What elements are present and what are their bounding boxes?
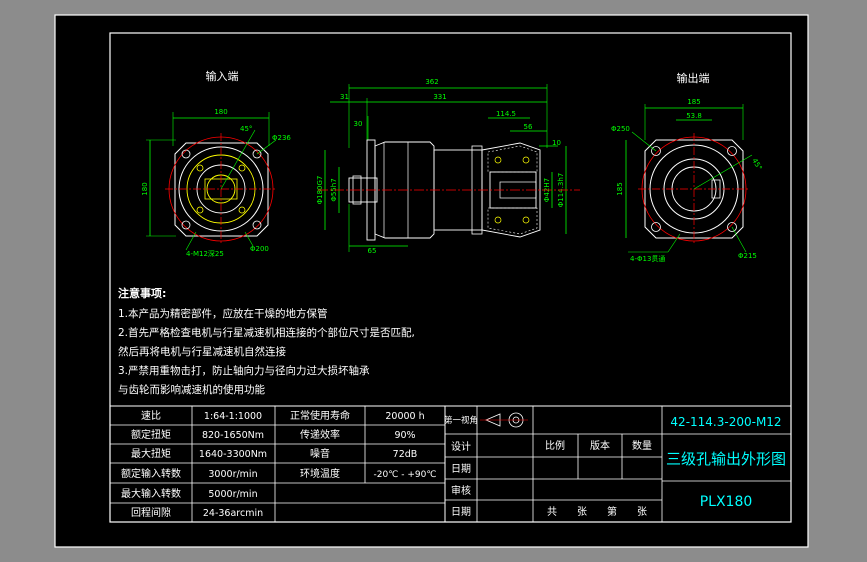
notes-line-1: 1.本产品为精密部件，应放在干燥的地方保管: [118, 307, 328, 320]
input-pcd-dim: Φ200: [250, 245, 269, 253]
spec-label-3: 额定输入转数: [121, 467, 181, 480]
model-name: PLX180: [700, 494, 753, 510]
spec-label-5: 回程间隙: [131, 506, 171, 519]
sheets-label: 共 张 第 张: [547, 505, 647, 518]
version-label: 版本: [590, 439, 610, 452]
quantity-label: 数量: [632, 439, 652, 452]
spec-value-0: 1:64-1:1000: [204, 411, 262, 422]
side-10-dim: 10: [552, 139, 561, 147]
spec-value-3: 3000r/min: [208, 469, 257, 480]
spec-label-4: 最大输入转数: [121, 487, 181, 500]
spec-label2-0: 正常使用寿命: [290, 409, 350, 422]
input-holes-dim: 4-M12深25: [186, 249, 224, 258]
spec-value-1: 820-1650Nm: [202, 430, 264, 441]
side-65-dim: 65: [368, 247, 377, 255]
input-bolt-dim: Φ236: [272, 134, 291, 142]
output-pcd-dim: Φ215: [738, 252, 757, 260]
notes-heading: 注意事项:: [118, 286, 166, 300]
spec-value-2: 1640-3300Nm: [199, 449, 267, 460]
spec-value2-2: 72dB: [393, 449, 418, 460]
input-angle-dim: 45°: [240, 125, 252, 133]
notes-line-3: 然后再将电机与行星减速机自然连接: [118, 345, 286, 358]
input-view-title: 输入端: [206, 69, 239, 83]
spec-label-1: 额定扭矩: [131, 428, 171, 441]
cad-drawing: 输入端 180 180 45° Φ236 Φ200 4-M12深25 362 3…: [54, 14, 809, 548]
spec-value-5: 24-36arcmin: [203, 508, 263, 519]
output-key-dim: 53.8: [686, 112, 702, 120]
spec-label2-3: 环境温度: [300, 467, 340, 480]
drawing-title: 三级孔输出外形图: [666, 450, 786, 468]
spec-value2-3: -20℃ - +90℃: [374, 470, 437, 480]
input-width-dim: 180: [214, 108, 227, 116]
output-view-title: 输出端: [677, 71, 710, 85]
drawing-number: 42-114.3-200-M12: [670, 415, 781, 429]
review-label: 审核: [451, 484, 471, 497]
date-label-2: 日期: [451, 506, 471, 518]
side-56-dim: 56: [524, 123, 533, 131]
spec-value-4: 5000r/min: [208, 489, 257, 500]
spec-value2-1: 90%: [394, 430, 415, 441]
spec-value2-0: 20000 h: [385, 411, 424, 422]
spec-label-0: 速比: [141, 410, 161, 422]
output-holes-dim: 4-Φ13贯通: [630, 254, 665, 263]
output-bolt-dim: Φ250: [611, 125, 630, 133]
design-label: 设计: [451, 440, 471, 453]
spec-label2-2: 噪音: [310, 447, 330, 460]
side-flange-dim: 31: [340, 93, 349, 101]
side-body-dim: 331: [433, 93, 446, 101]
side-30-dim: 30: [354, 120, 363, 128]
side-1145-dim: 114.5: [496, 110, 516, 118]
input-height-dim: 180: [141, 182, 149, 195]
output-height-dim: 185: [616, 182, 624, 195]
scale-label: 比例: [545, 439, 565, 452]
side-total-dim: 362: [425, 78, 438, 86]
output-width-dim: 185: [687, 98, 700, 106]
spec-label2-1: 传递效率: [300, 428, 340, 441]
date-label-1: 日期: [451, 463, 471, 475]
projection-label: 第一视角: [444, 415, 478, 426]
notes-line-4: 3.严禁用重物击打，防止轴向力与径向力过大损坏轴承: [118, 364, 370, 377]
spec-label-2: 最大扭矩: [131, 447, 171, 460]
notes-line-5: 与齿轮而影响减速机的使用功能: [118, 383, 265, 396]
notes-line-2: 2.首先严格检查电机与行星减速机相连接的个部位尺寸是否匹配,: [118, 326, 415, 339]
